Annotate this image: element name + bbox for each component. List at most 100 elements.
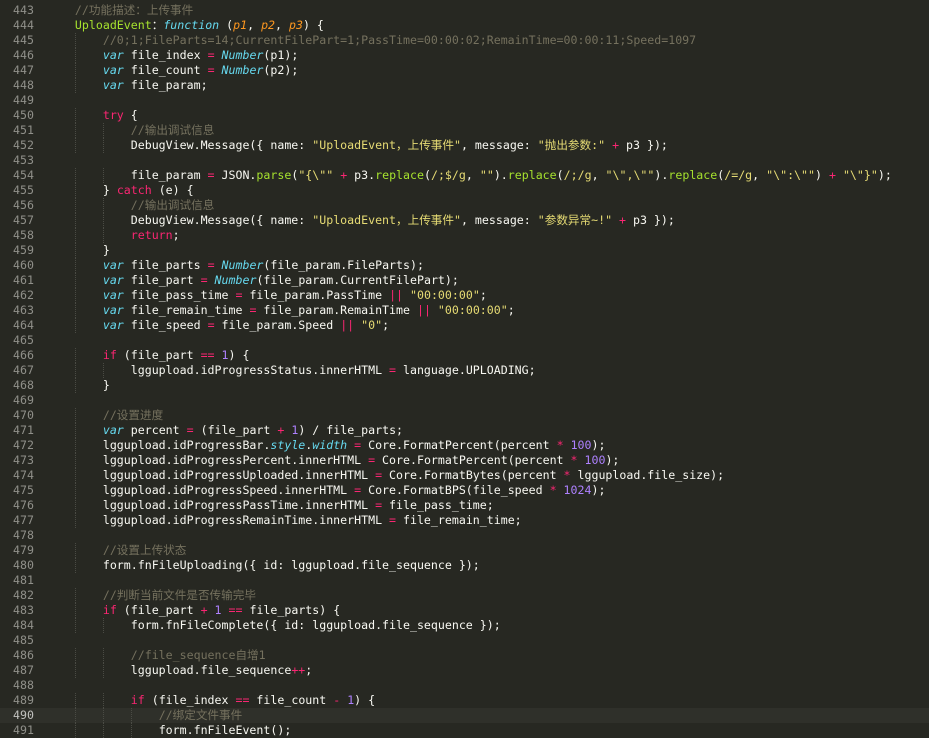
indent-guide — [75, 183, 76, 198]
code-token: 1024 — [563, 483, 592, 497]
code-line[interactable]: 486 //file_sequence自增1 — [0, 648, 929, 663]
code-text: var file_parts = Number(file_param.FileP… — [47, 258, 929, 273]
code-line[interactable]: 444 UploadEvent：function (p1, p2, p3) { — [0, 18, 929, 33]
code-line[interactable]: 453 — [0, 153, 929, 168]
code-token: percent — [123, 423, 187, 437]
code-text: //0;1;FileParts=14;CurrentFilePart=1;Pas… — [47, 33, 929, 48]
code-line[interactable]: 450 try { — [0, 108, 929, 123]
code-line[interactable]: 470 //设置进度 — [0, 408, 929, 423]
code-line[interactable]: 479 //设置上传状态 — [0, 543, 929, 558]
code-line[interactable]: 490 //绑定文件事件 — [0, 708, 929, 723]
code-line[interactable]: 487 lggupload.file_sequence++; — [0, 663, 929, 678]
code-line[interactable]: 446 var file_index = Number(p1); — [0, 48, 929, 63]
code-line[interactable]: 449 — [0, 93, 929, 108]
indent-guide — [103, 228, 104, 243]
code-line[interactable]: 491 form.fnFileEvent(); — [0, 723, 929, 738]
code-token: var — [102, 288, 124, 302]
code-line[interactable]: 481 — [0, 573, 929, 588]
code-token: ). — [654, 168, 669, 182]
code-token: function — [163, 18, 220, 32]
code-token: replace — [507, 168, 557, 182]
code-token: file_parts — [123, 258, 208, 272]
code-token: file_param.Speed — [214, 318, 341, 332]
code-line[interactable]: 464 var file_speed = file_param.Speed ||… — [0, 318, 929, 333]
code-line[interactable]: 458 return; — [0, 228, 929, 243]
code-line[interactable]: 465 — [0, 333, 929, 348]
code-token: (file_param.FileParts); — [263, 258, 424, 272]
line-number: 478 — [13, 528, 34, 542]
code-line[interactable]: 474 lggupload.idProgressUploaded.innerHT… — [0, 468, 929, 483]
code-line[interactable]: 484 form.fnFileComplete({ id: lggupload.… — [0, 618, 929, 633]
code-line[interactable]: 488 — [0, 678, 929, 693]
code-line[interactable]: 445 //0;1;FileParts=14;CurrentFilePart=1… — [0, 33, 929, 48]
code-line[interactable]: 463 var file_remain_time = file_param.Re… — [0, 303, 929, 318]
code-line[interactable]: 475 lggupload.idProgressSpeed.innerHTML … — [0, 483, 929, 498]
code-line[interactable]: 459 } — [0, 243, 929, 258]
code-line[interactable]: 471 var percent = (file_part + 1) / file… — [0, 423, 929, 438]
code-line[interactable]: 456 //输出调试信息 — [0, 198, 929, 213]
code-token: DebugView.Message({ name: — [130, 138, 313, 152]
code-text: var percent = (file_part + 1) / file_par… — [47, 423, 929, 438]
code-line[interactable]: 472 lggupload.idProgressBar.style.width … — [0, 438, 929, 453]
code-token: lggupload.idProgressStatus.innerHTML — [130, 363, 390, 377]
code-line[interactable]: 469 — [0, 393, 929, 408]
code-line[interactable]: 452 DebugView.Message({ name: "UploadEve… — [0, 138, 929, 153]
code-line[interactable]: 457 DebugView.Message({ name: "UploadEve… — [0, 213, 929, 228]
code-line[interactable]: 461 var file_part = Number(file_param.Cu… — [0, 273, 929, 288]
code-token: "" — [479, 168, 494, 182]
code-line[interactable]: 473 lggupload.idProgressPercent.innerHTM… — [0, 453, 929, 468]
code-line[interactable]: 480 form.fnFileUploading({ id: lggupload… — [0, 558, 929, 573]
indent-guide — [75, 228, 76, 243]
indent-guide — [75, 723, 76, 738]
code-line[interactable]: 478 — [0, 528, 929, 543]
code-line[interactable]: 454 file_param = JSON.parse("{\"" + p3.r… — [0, 168, 929, 183]
code-token: ) { — [302, 18, 324, 32]
code-line[interactable]: 466 if (file_part == 1) { — [0, 348, 929, 363]
indent-guide — [75, 648, 76, 663]
code-line[interactable]: 467 lggupload.idProgressStatus.innerHTML… — [0, 363, 929, 378]
indent-guide — [103, 618, 104, 633]
line-number: 475 — [13, 483, 34, 497]
code-line[interactable]: 468 } — [0, 378, 929, 393]
code-line[interactable]: 462 var file_pass_time = file_param.Pass… — [0, 288, 929, 303]
code-token: ( — [423, 168, 431, 182]
code-token: = — [200, 273, 208, 287]
code-line[interactable]: 483 if (file_part + 1 == file_parts) { — [0, 603, 929, 618]
code-editor[interactable]: 443 //功能描述：上传事件 444 UploadEvent：function … — [0, 0, 929, 738]
code-token: var — [102, 48, 124, 62]
code-line[interactable]: 482 //判断当前文件是否传输完毕 — [0, 588, 929, 603]
indent-guide — [75, 663, 76, 678]
code-token: /=/g — [724, 168, 753, 182]
code-text: if (file_part + 1 == file_parts) { — [47, 603, 929, 618]
line-number: 452 — [13, 138, 34, 152]
code-line[interactable]: 489 if (file_index == file_count - 1) { — [0, 693, 929, 708]
code-line[interactable]: 455 } catch (e) { — [0, 183, 929, 198]
indent-guide — [75, 198, 76, 213]
code-token: == — [228, 603, 243, 617]
code-token: == — [200, 348, 215, 362]
code-token: (file_param.CurrentFilePart); — [256, 273, 459, 287]
code-line[interactable]: 448 var file_param; — [0, 78, 929, 93]
code-line[interactable]: 447 var file_count = Number(p2); — [0, 63, 929, 78]
line-number: 476 — [13, 498, 34, 512]
code-token: ); — [591, 483, 606, 497]
indent-guide — [75, 693, 76, 708]
code-line[interactable]: 451 //输出调试信息 — [0, 123, 929, 138]
code-line[interactable]: 477 lggupload.idProgressRemainTime.inner… — [0, 513, 929, 528]
indent-guide — [75, 48, 76, 63]
indent-guide — [75, 348, 76, 363]
code-line[interactable]: 485 — [0, 633, 929, 648]
line-number: 465 — [13, 333, 34, 347]
indent-guide — [103, 213, 104, 228]
line-number: 461 — [13, 273, 34, 287]
code-token: } — [102, 243, 110, 257]
indent-guide — [103, 723, 104, 738]
code-line[interactable]: 443 //功能描述：上传事件 — [0, 3, 929, 18]
code-line[interactable]: 460 var file_parts = Number(file_param.F… — [0, 258, 929, 273]
code-token: "UploadEvent，上传事件" — [312, 138, 461, 152]
code-token: var — [102, 318, 124, 332]
indent-guide — [75, 78, 76, 93]
indent-guide — [75, 618, 76, 633]
code-line[interactable]: 476 lggupload.idProgressPassTime.innerHT… — [0, 498, 929, 513]
